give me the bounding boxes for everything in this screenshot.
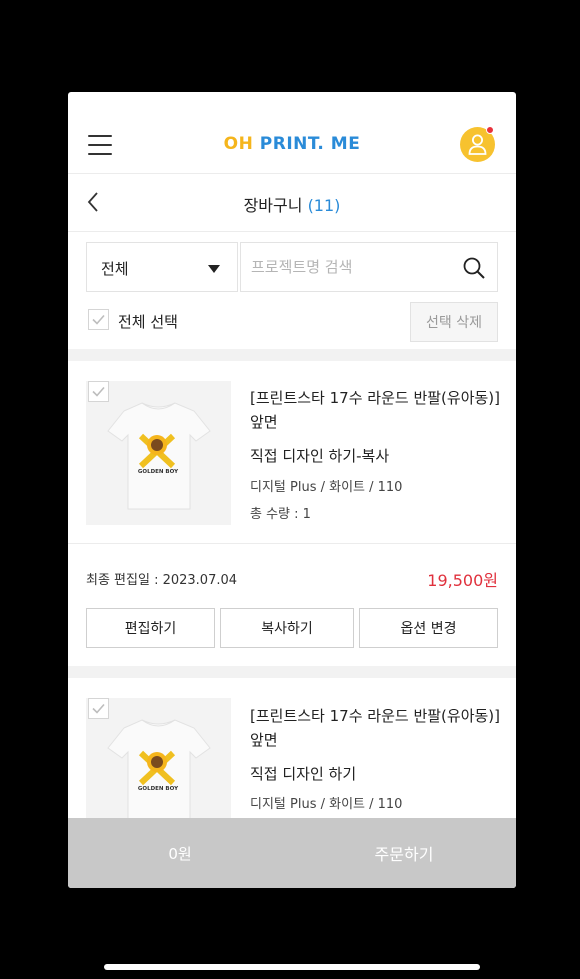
check-icon bbox=[92, 703, 105, 714]
logo-rest: PRINT. ME bbox=[259, 134, 361, 154]
delete-selected-button[interactable]: 선택 삭제 bbox=[410, 302, 498, 342]
item-checkbox[interactable] bbox=[88, 698, 109, 719]
check-icon bbox=[92, 314, 105, 325]
category-select-value: 전체 bbox=[101, 260, 129, 278]
cart-count: (11) bbox=[307, 196, 341, 215]
tshirt-image: GOLDEN BOY bbox=[107, 402, 211, 510]
project-search bbox=[240, 242, 498, 292]
item-price: 19,500원 bbox=[427, 571, 498, 590]
product-options: 디지털 Plus / 화이트 / 110 bbox=[250, 797, 403, 812]
profile-button[interactable] bbox=[460, 126, 495, 162]
section-gap bbox=[68, 349, 516, 361]
edit-button[interactable]: 편집하기 bbox=[86, 608, 215, 648]
design-name: 직접 디자인 하기 bbox=[250, 765, 357, 783]
thumb-print-text: GOLDEN BOY bbox=[138, 786, 179, 792]
divider bbox=[68, 543, 516, 544]
page-subheader: 장바구니 (11) bbox=[68, 174, 516, 232]
last-edit-date: 최종 편집일 : 2023.07.04 bbox=[86, 573, 238, 588]
logo[interactable]: OH PRINT. ME bbox=[68, 134, 516, 154]
caret-down-icon bbox=[208, 265, 220, 273]
category-select[interactable]: 전체 bbox=[86, 242, 238, 292]
home-indicator[interactable] bbox=[104, 964, 480, 970]
search-icon[interactable] bbox=[462, 256, 486, 280]
section-gap bbox=[68, 666, 516, 678]
select-all-checkbox[interactable] bbox=[88, 309, 109, 330]
page-title-text: 장바구니 bbox=[243, 196, 303, 215]
select-all-label[interactable]: 전체 선택 bbox=[118, 311, 178, 332]
order-button[interactable]: 주문하기 bbox=[292, 818, 516, 888]
bottom-order-bar: 0원 주문하기 bbox=[68, 818, 516, 888]
notification-dot bbox=[486, 126, 494, 134]
thumb-print-text: GOLDEN BOY bbox=[138, 469, 179, 475]
check-icon bbox=[92, 386, 105, 397]
change-option-button[interactable]: 옵션 변경 bbox=[359, 608, 498, 648]
app-header: OH PRINT. ME bbox=[68, 92, 516, 174]
product-name[interactable]: [프린트스타 17수 라운드 반팔(유아동)] 앞면 bbox=[250, 704, 500, 752]
cart-screen: OH PRINT. ME 장바구니 (11) 전체 프로젝트명 검색 전체 선택… bbox=[68, 92, 516, 888]
product-name[interactable]: [프린트스타 17수 라운드 반팔(유아동)] 앞면 bbox=[250, 386, 500, 434]
design-name: 직접 디자인 하기-복사 bbox=[250, 447, 390, 465]
logo-oh: OH bbox=[223, 134, 254, 154]
search-input[interactable] bbox=[251, 255, 451, 279]
copy-button[interactable]: 복사하기 bbox=[220, 608, 354, 648]
total-price: 0원 bbox=[168, 845, 192, 863]
item-checkbox[interactable] bbox=[88, 381, 109, 402]
product-thumbnail[interactable]: GOLDEN BOY bbox=[86, 381, 231, 525]
page-title: 장바구니 (11) bbox=[68, 192, 516, 216]
user-icon bbox=[468, 134, 487, 155]
product-quantity: 총 수량 : 1 bbox=[250, 507, 311, 522]
product-options: 디지털 Plus / 화이트 / 110 bbox=[250, 480, 403, 495]
